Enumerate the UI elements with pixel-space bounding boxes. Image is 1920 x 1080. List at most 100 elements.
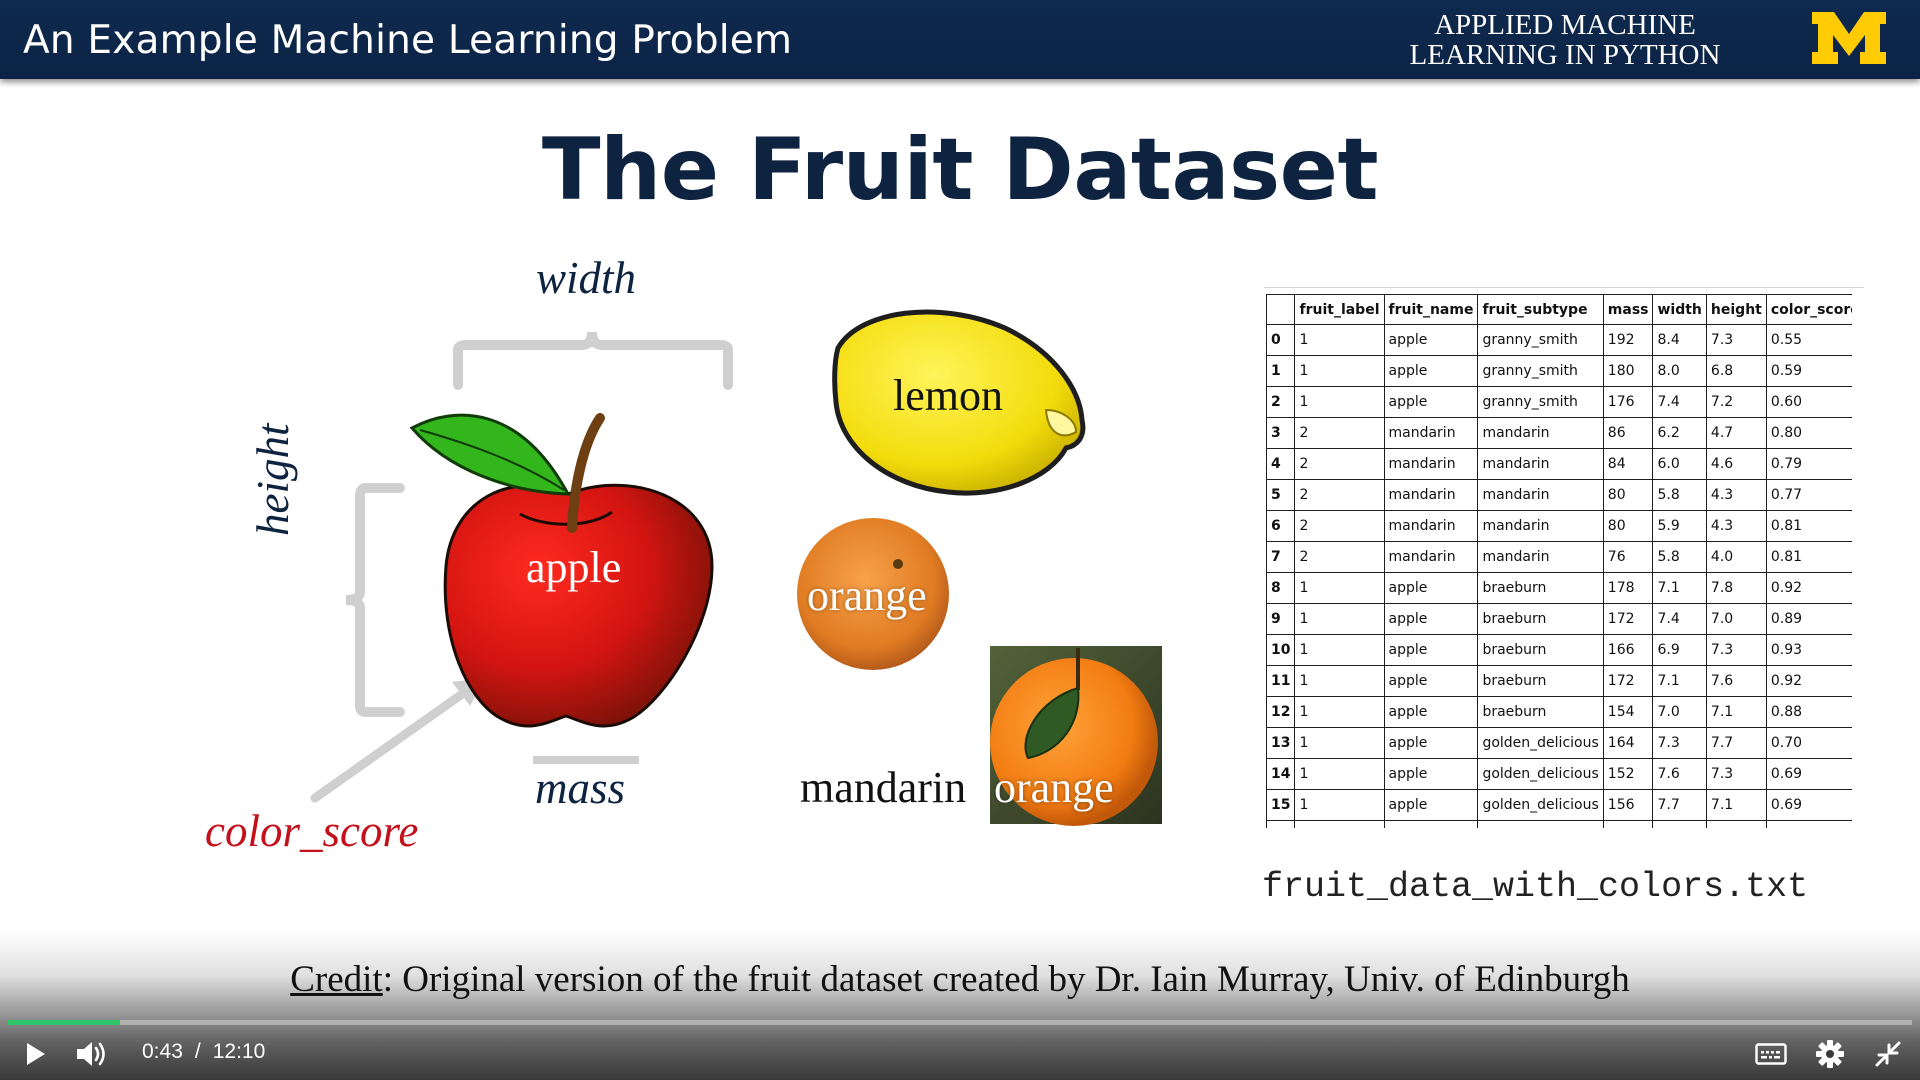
table-cell: 80 [1602,510,1654,542]
table-cell: 4.3 [1705,479,1767,511]
table-cell: 7.1 [1705,696,1767,728]
table-cell: 178 [1602,572,1654,604]
row-index-cell: 14 [1266,758,1296,790]
table-cell: 1 [1294,789,1385,821]
progress-bar-fill [8,1020,121,1025]
table-cell: apple [1383,789,1479,821]
table-cell: 7.1 [1705,789,1767,821]
table-cell: 7.1 [1652,572,1707,604]
table-cell: 8.0 [1652,355,1707,387]
height-bracket [345,483,405,717]
duration: 12:10 [212,1040,266,1063]
mandarin-orange-label: orange [994,763,1114,812]
current-time: 0:43 [142,1040,183,1063]
table-cell: mandarin [1383,479,1479,511]
table-cell: 172 [1602,665,1654,697]
table-cell: 1 [1294,727,1385,759]
table-cell: 1 [1294,572,1385,604]
table-cell: 7.8 [1705,572,1767,604]
table-row: 6 2 mandarin mandarin 80 5.9 4.3 0.81 [1266,510,1852,542]
table-cell: 2 [1294,448,1385,480]
table-top-rule [1264,287,1864,288]
table-cell: 0.92 [1765,665,1852,697]
table-header-cell: height [1705,294,1767,325]
row-index-cell: 12 [1266,696,1296,728]
table-cell: 2 [1294,417,1385,449]
table-cell: 1 [1294,665,1385,697]
table-cell: 6.9 [1652,634,1707,666]
table-cell: 0.93 [1765,634,1852,666]
table-row: 10 1 apple braeburn 166 6.9 7.3 0.93 [1266,634,1852,666]
table-cell: mandarin [1477,510,1604,542]
row-index-cell: 0 [1266,324,1296,356]
table-cell: 6.0 [1652,448,1707,480]
row-index-cell: 1 [1266,355,1296,387]
row-index-cell: 2 [1266,386,1296,418]
table-row: 7 2 mandarin mandarin 76 5.8 4.0 0.81 [1266,541,1852,573]
exit-fullscreen-icon [1875,1041,1901,1067]
row-index-cell: 8 [1266,572,1296,604]
credit-text: : Original version of the fruit dataset … [382,959,1630,1000]
table-row: 5 2 mandarin mandarin 80 5.8 4.3 0.77 [1266,479,1852,511]
exit-fullscreen-button[interactable] [1870,1036,1906,1072]
play-button[interactable] [18,1036,54,1072]
table-row: 0 1 apple granny_smith 192 8.4 7.3 0.55 [1266,324,1852,356]
table-cell: 7.6 [1705,665,1767,697]
settings-button[interactable] [1812,1036,1848,1072]
table-cell: 154 [1602,696,1654,728]
width-bracket [453,331,733,390]
mandarin-label: mandarin [800,763,967,812]
table-cell: 172 [1602,603,1654,635]
orange-label: orange [807,571,927,620]
progress-bar[interactable] [8,1020,1912,1025]
row-index-cell: 11 [1266,665,1296,697]
table-cell: 1 [1294,355,1385,387]
table-row: 8 1 apple braeburn 178 7.1 7.8 0.92 [1266,572,1852,604]
table-cell: 0.69 [1765,789,1852,821]
captions-button[interactable] [1752,1036,1790,1072]
table-cell: 1 [1294,634,1385,666]
play-icon [27,1043,45,1065]
table-cell: 7.1 [1652,665,1707,697]
table-cell: 4.7 [1705,417,1767,449]
table-cell: 1 [1294,603,1385,635]
table-cell: 156 [1602,789,1654,821]
table-header-cell: fruit_subtype [1477,294,1604,325]
table-cell: 80 [1602,479,1654,511]
table-cell: 0.81 [1765,541,1852,573]
table-cell: 76 [1602,541,1654,573]
table-cell: 0.70 [1765,727,1852,759]
table-cell: 0.55 [1765,324,1852,356]
table-cell: granny_smith [1477,324,1604,356]
table-row: 2 1 apple granny_smith 176 7.4 7.2 0.60 [1266,386,1852,418]
table-cell: 7.3 [1652,727,1707,759]
table-cell: 84 [1602,448,1654,480]
table-row: 14 1 apple golden_delicious 152 7.6 7.3 0.69 [1266,758,1852,790]
dataset-filename: fruit_data_with_colors.txt [1262,867,1809,907]
height-label: height [248,423,298,536]
table-cell: golden_delicious [1477,789,1604,821]
table-cell: 7.4 [1652,603,1707,635]
time-display: 0:43 / 12:10 [142,1040,265,1064]
table-cell: mandarin [1383,417,1479,449]
table-cell: 6.2 [1652,417,1707,449]
volume-button[interactable] [72,1036,112,1072]
table-cell: granny_smith [1477,386,1604,418]
table-cell: 5.8 [1652,541,1707,573]
table-cell: 4.6 [1705,448,1767,480]
table-body: 0 1 apple granny_smith 192 8.4 7.3 0.55 1 1 apple g… [1266,324,1852,844]
lemon-label: lemon [893,371,1003,420]
table-cell: 0.60 [1765,386,1852,418]
table-cell: apple [1383,758,1479,790]
table-row: 9 1 apple braeburn 172 7.4 7.0 0.89 [1266,603,1852,635]
table-cell: 7.6 [1652,758,1707,790]
table-cell: 0.89 [1765,603,1852,635]
table-cell: 5.8 [1652,479,1707,511]
table-header-cell: width [1652,294,1707,325]
table-cell: 1 [1294,386,1385,418]
fruit-data-table: fruit_label fruit_name fruit_subtype mass wi… [1266,294,1852,844]
table-cell: braeburn [1477,665,1604,697]
table-cell: 7.7 [1705,727,1767,759]
table-cell: 7.3 [1705,758,1767,790]
table-cell: 1 [1294,758,1385,790]
